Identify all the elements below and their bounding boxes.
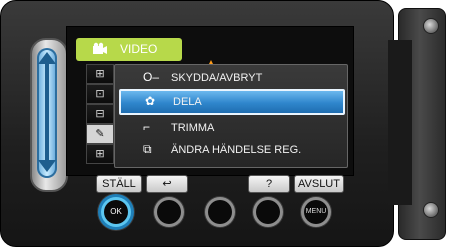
menu-item-label: DELA (173, 96, 202, 108)
menu-panel: O‒ SKYDDA/AVBRYT ✿ DELA ⌐ TRIMMA ⧉ ÄNDRA… (114, 64, 348, 168)
menu-item-label: TRIMMA (171, 122, 215, 134)
category-icon-column: ⊞ ⊡ ⊟ ✎ ⊞ (86, 64, 114, 166)
settings-icon-3[interactable]: ⊟ (86, 104, 114, 124)
back-icon[interactable]: ↩ (146, 175, 188, 193)
scroll-up-arrow-icon[interactable] (38, 52, 56, 64)
menu-item-label: ÄNDRA HÄNDELSE REG. (171, 144, 302, 156)
camcorder-device: VIDEO ⊞ ⊡ ⊟ ✎ ⊞ O‒ SKYDDA/AVBRYT ✿ DELA … (0, 0, 451, 247)
hardware-button-3[interactable] (208, 200, 232, 224)
softkey-stall[interactable]: STÄLL (96, 175, 142, 193)
menu-item-label: SKYDDA/AVBRYT (171, 72, 263, 84)
video-camera-icon (93, 42, 107, 54)
hardware-button-4[interactable] (256, 200, 280, 224)
event-icon: ⧉ (143, 142, 152, 156)
hardware-button-2[interactable] (157, 200, 181, 224)
settings-icon-2[interactable]: ⊡ (86, 84, 114, 104)
softkey-quit[interactable]: AVSLUT (294, 175, 344, 193)
menu-item-event[interactable]: ⧉ ÄNDRA HÄNDELSE REG. (115, 139, 345, 161)
hinge-slot (388, 40, 412, 205)
trim-icon: ⌐ (143, 120, 151, 134)
menu-button[interactable]: MENU (304, 200, 328, 224)
share-icon: ✿ (145, 94, 156, 108)
menu-item-protect[interactable]: O‒ SKYDDA/AVBRYT (115, 67, 345, 89)
softkey-help[interactable]: ? (248, 175, 290, 193)
scroll-down-arrow-icon[interactable] (38, 160, 56, 172)
menu-item-trim[interactable]: ⌐ TRIMMA (115, 117, 345, 139)
ok-button[interactable]: OK (104, 200, 128, 224)
menu-item-share[interactable]: ✿ DELA (119, 89, 345, 115)
tab-video-label: VIDEO (120, 42, 158, 56)
settings-icon-1[interactable]: ⊞ (86, 64, 114, 84)
edit-tool-icon[interactable]: ✎ (86, 124, 114, 144)
scroll-line (45, 64, 49, 160)
ok-label: OK (110, 207, 122, 216)
screw-icon (423, 18, 439, 34)
menu-label: MENU (305, 208, 327, 215)
tab-video[interactable]: VIDEO (76, 38, 182, 61)
settings-icon-5[interactable]: ⊞ (86, 144, 114, 164)
screw-icon (423, 202, 439, 218)
key-icon: O‒ (143, 70, 160, 84)
